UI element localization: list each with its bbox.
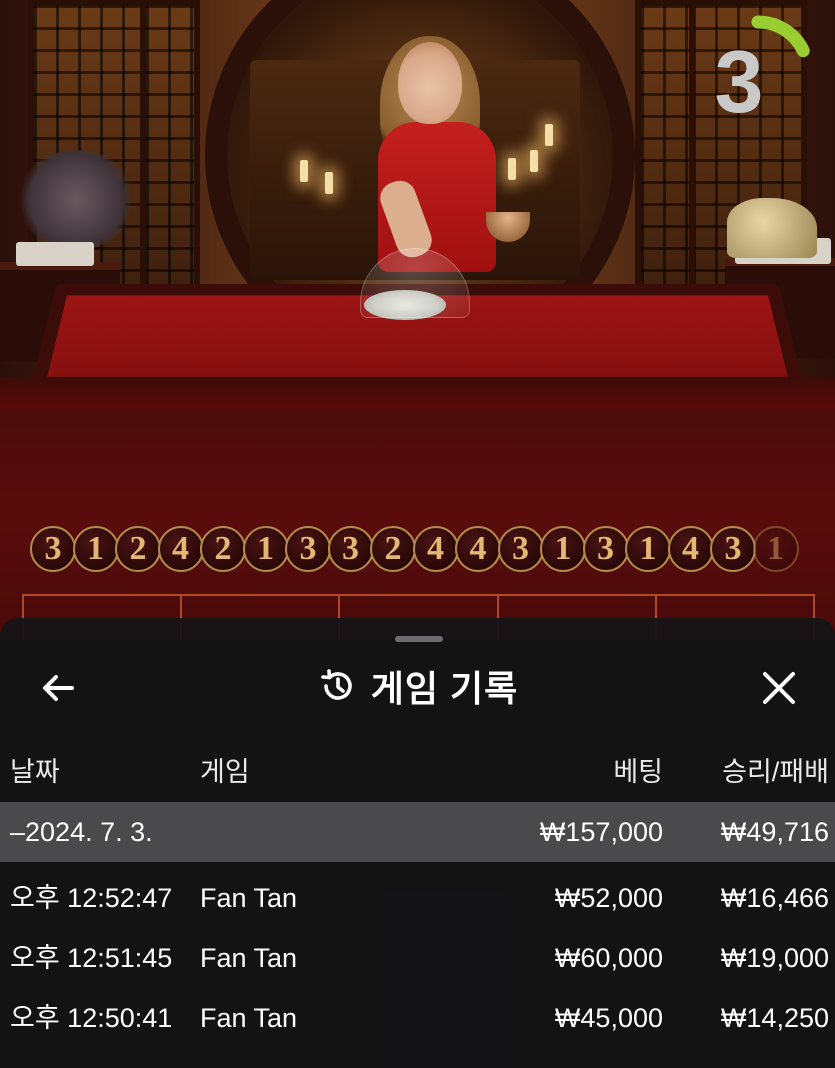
sheet-title: 게임 기록 <box>370 668 519 709</box>
result-ball: 3 <box>582 526 629 572</box>
result-ball: 4 <box>455 526 501 572</box>
row-win-loss: ₩16,466 <box>720 883 829 913</box>
result-ball: 1 <box>625 526 671 572</box>
sheet-drag-handle[interactable] <box>395 636 443 642</box>
result-ball: 2 <box>200 526 246 572</box>
row-time: 오후 12:50:41 <box>10 1003 173 1033</box>
live-video-feed: 3 312421332443131431 <box>0 0 835 640</box>
column-header-bet: 베팅 <box>613 757 663 787</box>
candle <box>530 150 538 172</box>
lattice-screen-right-inner <box>635 0 695 300</box>
row-bet: ₩45,000 <box>554 1003 663 1033</box>
candle <box>300 160 308 182</box>
row-game: Fan Tan <box>200 943 298 973</box>
result-ball: 3 <box>30 526 76 572</box>
row-bet: ₩52,000 <box>554 883 663 913</box>
countdown-timer: 3 <box>698 12 818 132</box>
row-game: Fan Tan <box>200 1003 298 1033</box>
result-ball: 3 <box>285 526 331 572</box>
history-clock-icon <box>320 669 352 700</box>
table-row[interactable]: 오후 12:52:47 Fan Tan ₩52,000 ₩16,466 <box>0 868 835 928</box>
close-icon <box>763 672 795 704</box>
result-ball: 2 <box>370 526 416 572</box>
row-win-loss: ₩14,250 <box>720 1003 829 1033</box>
result-ball: 4 <box>157 526 204 572</box>
result-ball: 2 <box>115 526 161 572</box>
table-row[interactable]: 오후 12:51:45 Fan Tan ₩60,000 ₩19,000 <box>0 928 835 988</box>
row-time: 오후 12:51:45 <box>10 943 173 973</box>
group-win-loss-total: ₩49,716 <box>720 817 829 847</box>
result-ball: 1 <box>242 526 289 572</box>
results-road: 312421332443131431 <box>30 526 820 574</box>
sheet-header: 게임 기록 <box>0 658 835 714</box>
row-win-loss: ₩19,000 <box>720 943 829 973</box>
candle <box>545 124 553 146</box>
group-bet-total: ₩157,000 <box>539 817 663 847</box>
game-history-sheet: 게임 기록 날짜 게임 베팅 승리/패배 –2024. 7. 3. ₩157,0… <box>0 618 835 1068</box>
bonsai-tree <box>16 150 136 250</box>
date-group-row[interactable]: –2024. 7. 3. ₩157,000 ₩49,716 <box>0 802 835 862</box>
table-header: 날짜 게임 베팅 승리/패배 <box>0 750 835 796</box>
dealer-face <box>398 42 462 124</box>
countdown-number: 3 <box>714 32 764 131</box>
close-button[interactable] <box>757 666 801 710</box>
row-game: Fan Tan <box>200 883 298 913</box>
lattice-screen-left-inner <box>140 0 200 300</box>
result-ball: 3 <box>497 526 544 572</box>
candle <box>325 172 333 194</box>
table-row[interactable]: 오후 12:50:41 Fan Tan ₩45,000 ₩14,250 <box>0 988 835 1048</box>
table-edge <box>0 378 835 410</box>
result-ball: 1 <box>752 526 799 572</box>
result-ball: 3 <box>327 526 374 572</box>
arrow-left-icon <box>43 675 74 701</box>
result-ball: 3 <box>710 526 756 572</box>
bonsai-pot <box>16 242 94 266</box>
group-date: –2024. 7. 3. <box>10 817 153 847</box>
back-button[interactable] <box>36 666 80 710</box>
dragon-statue <box>727 198 817 258</box>
column-header-win-loss: 승리/패배 <box>722 757 829 787</box>
column-header-game: 게임 <box>200 757 250 787</box>
row-time: 오후 12:52:47 <box>10 883 173 913</box>
row-bet: ₩60,000 <box>554 943 663 973</box>
result-ball: 1 <box>540 526 586 572</box>
column-header-date: 날짜 <box>10 757 60 787</box>
result-ball: 1 <box>72 526 119 572</box>
result-ball: 4 <box>412 526 459 572</box>
candle <box>508 158 516 180</box>
result-ball: 4 <box>667 526 714 572</box>
